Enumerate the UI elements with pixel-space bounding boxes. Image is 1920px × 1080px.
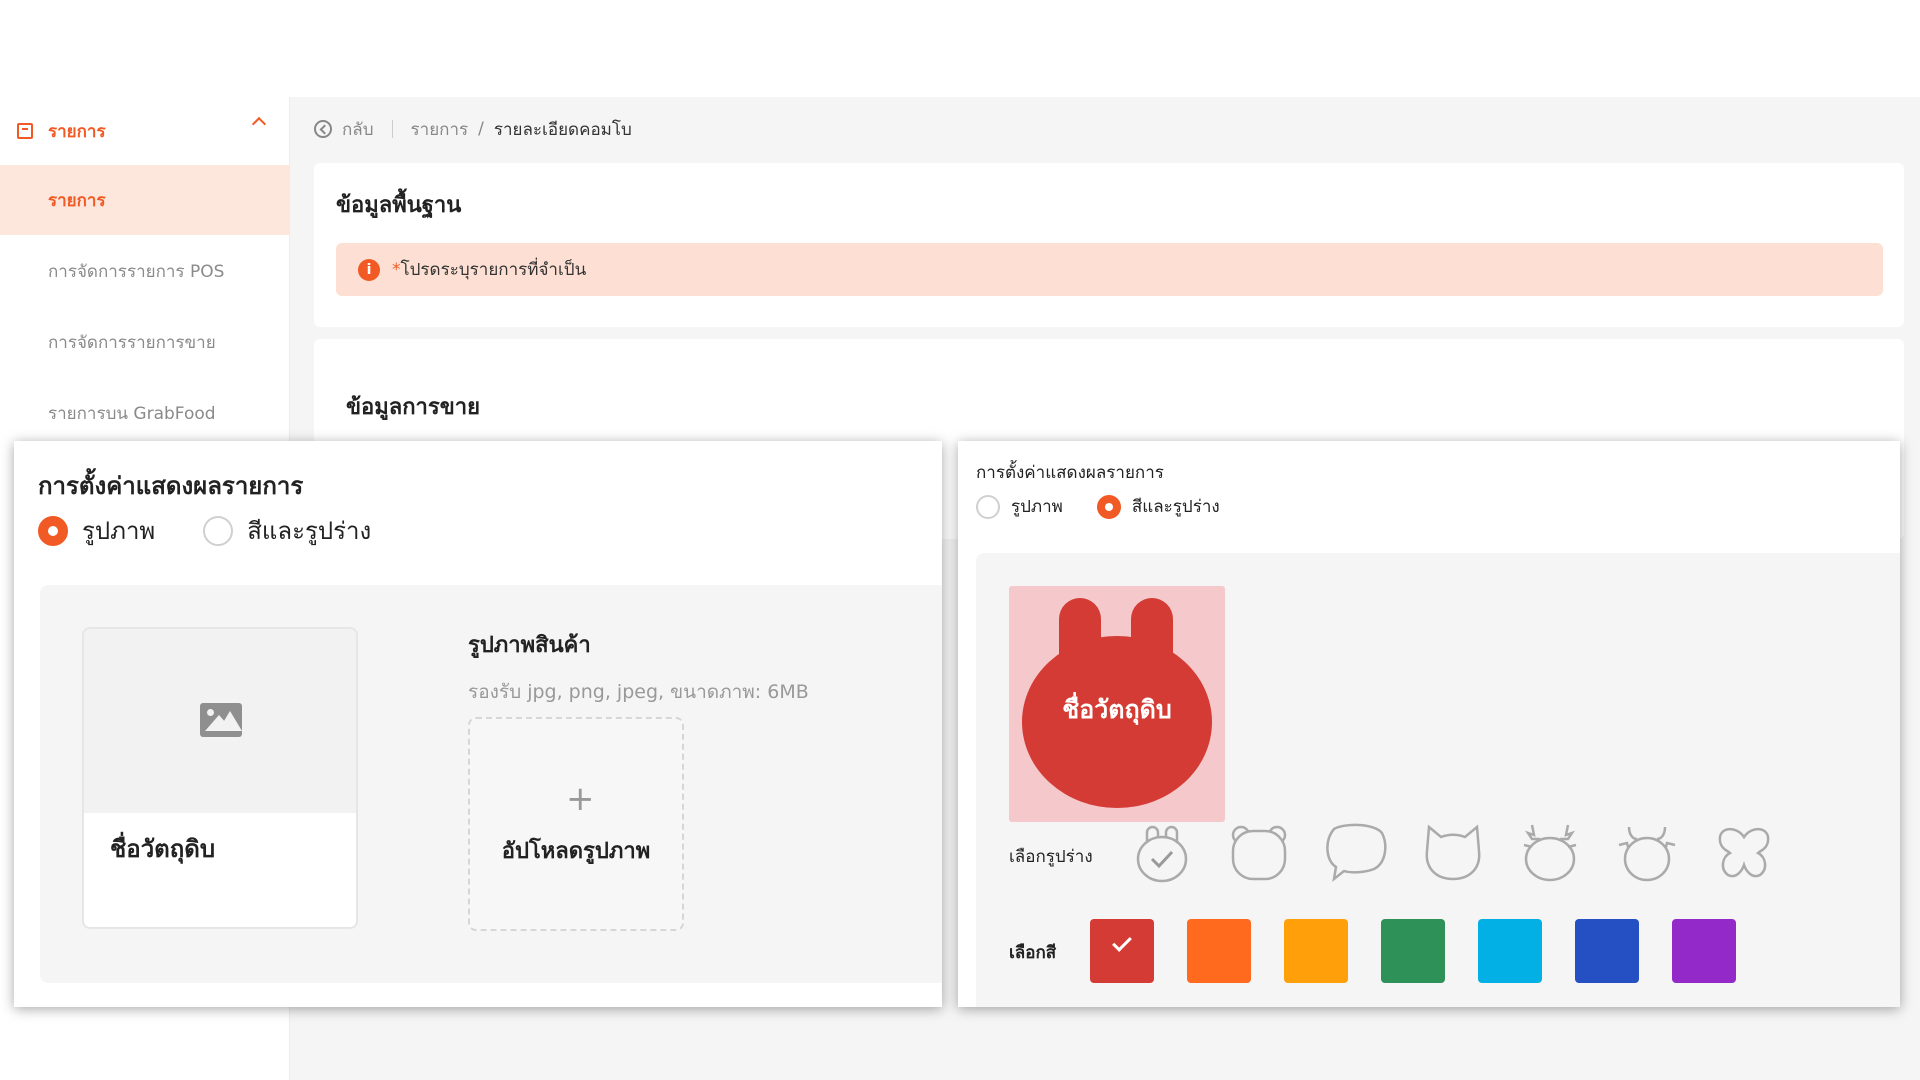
sidebar-item-pos[interactable]: การจัดการรายการ POS xyxy=(0,236,290,306)
display-settings-panel-image: การตั้งค่าแสดงผลรายการ รูปภาพ สีและรูปร่… xyxy=(14,441,942,1007)
back-link[interactable]: กลับ xyxy=(342,116,374,143)
check-icon xyxy=(1112,932,1132,952)
image-placeholder-icon xyxy=(200,703,242,737)
breadcrumb-current: รายละเอียดคอมโบ xyxy=(493,119,632,140)
radio-image[interactable] xyxy=(976,494,1000,519)
list-icon xyxy=(17,123,33,139)
radio-color-shape[interactable] xyxy=(203,515,234,546)
upload-label: อัปโหลดรูปภาพ xyxy=(501,839,651,864)
image-settings-body: ชื่อวัตถุดิบ รูปภาพสินค้า รองรับ jpg, pn… xyxy=(40,585,942,983)
panel-title: การตั้งค่าแสดงผลรายการ xyxy=(976,463,1164,483)
radio-label[interactable]: สีและรูปร่าง xyxy=(1132,493,1220,520)
sidebar-group-label: รายการ xyxy=(48,121,106,142)
required-star: * xyxy=(392,259,401,280)
speech-bubble-shape-icon[interactable] xyxy=(1324,821,1388,885)
plus-icon: + xyxy=(566,779,595,819)
color-swatch-red[interactable] xyxy=(1090,919,1154,983)
radio-image[interactable] xyxy=(38,515,68,546)
radio-label[interactable]: สีและรูปร่าง xyxy=(247,511,371,550)
breadcrumb: กลับ รายการ / รายละเอียดคอมโบ xyxy=(314,117,632,141)
chevron-up-icon[interactable] xyxy=(251,116,267,132)
radio-color-shape[interactable] xyxy=(1096,494,1121,519)
display-mode-radio-group: รูปภาพ สีและรูปร่าง xyxy=(976,493,1254,520)
section-title: ข้อมูลการขาย xyxy=(346,395,481,420)
color-swatch-blue[interactable] xyxy=(1575,919,1639,983)
butterfly-shape-icon[interactable] xyxy=(1712,821,1776,885)
breadcrumb-separator: / xyxy=(478,119,484,139)
radio-label[interactable]: รูปภาพ xyxy=(82,511,155,550)
item-preview-card: ชื่อวัตถุดิบ xyxy=(82,627,358,929)
info-icon: i xyxy=(358,258,380,281)
breadcrumb-divider xyxy=(391,120,393,138)
section-title: ข้อมูลพื้นฐาน xyxy=(336,193,462,218)
radio-label[interactable]: รูปภาพ xyxy=(1011,493,1063,520)
sidebar-item-label: การจัดการรายการ POS xyxy=(48,261,225,282)
shapes-label: เลือกรูปร่าง xyxy=(1009,847,1093,867)
shape-preview: ชื่อวัตถุดิบ xyxy=(1009,586,1225,822)
cat-shape-icon[interactable] xyxy=(1421,821,1485,885)
preview-item-name: ชื่อวัตถุดิบ xyxy=(110,835,216,863)
preview-item-name: ชื่อวัตถุดิบ xyxy=(1062,695,1172,724)
sidebar-item-label: การจัดการรายการขาย xyxy=(48,332,216,353)
color-swatch-green[interactable] xyxy=(1381,919,1445,983)
sidebar-item-label: รายการบน GrabFood xyxy=(48,403,216,424)
alert-text: โปรดระบุรายการที่จำเป็น xyxy=(400,260,587,280)
reindeer-shape-icon[interactable] xyxy=(1518,821,1582,885)
colors-label: เลือกสี xyxy=(1009,943,1057,963)
sidebar-group-items[interactable]: รายการ xyxy=(0,97,290,165)
image-upload-button[interactable]: + อัปโหลดรูปภาพ xyxy=(468,717,684,931)
cow-shape-icon[interactable] xyxy=(1615,821,1679,885)
display-mode-radio-group: รูปภาพ สีและรูปร่าง xyxy=(38,511,419,550)
upload-hint: รองรับ jpg, png, jpeg, ขนาดภาพ: 6MB xyxy=(468,681,809,703)
sidebar-item-grabfood[interactable]: รายการบน GrabFood xyxy=(0,378,290,448)
color-swatch-amber[interactable] xyxy=(1284,919,1348,983)
color-swatch-sky[interactable] xyxy=(1478,919,1542,983)
color-swatch-orange[interactable] xyxy=(1187,919,1251,983)
display-settings-panel-shape: การตั้งค่าแสดงผลรายการ รูปภาพ สีและรูปร่… xyxy=(958,441,1900,1007)
sidebar-item-label: รายการ xyxy=(48,190,106,211)
bunny-shape-icon[interactable] xyxy=(1130,821,1194,885)
preview-image-area xyxy=(84,629,356,813)
back-circle-icon[interactable] xyxy=(314,120,332,138)
panel-title: การตั้งค่าแสดงผลรายการ xyxy=(38,472,304,500)
shape-settings-body: ชื่อวัตถุดิบ เลือกรูปร่าง เลือกสี xyxy=(976,553,1900,1007)
upload-title: รูปภาพสินค้า xyxy=(468,633,591,658)
basic-info-card: ข้อมูลพื้นฐาน i * โปรดระบุรายการที่จำเป็… xyxy=(314,163,1904,327)
bear-shape-icon[interactable] xyxy=(1227,821,1291,885)
sidebar-item-sales[interactable]: การจัดการรายการขาย xyxy=(0,307,290,377)
breadcrumb-parent[interactable]: รายการ xyxy=(411,116,469,143)
required-alert: i * โปรดระบุรายการที่จำเป็น xyxy=(336,243,1883,296)
sidebar-item-items[interactable]: รายการ xyxy=(0,165,290,235)
color-swatch-purple[interactable] xyxy=(1672,919,1736,983)
